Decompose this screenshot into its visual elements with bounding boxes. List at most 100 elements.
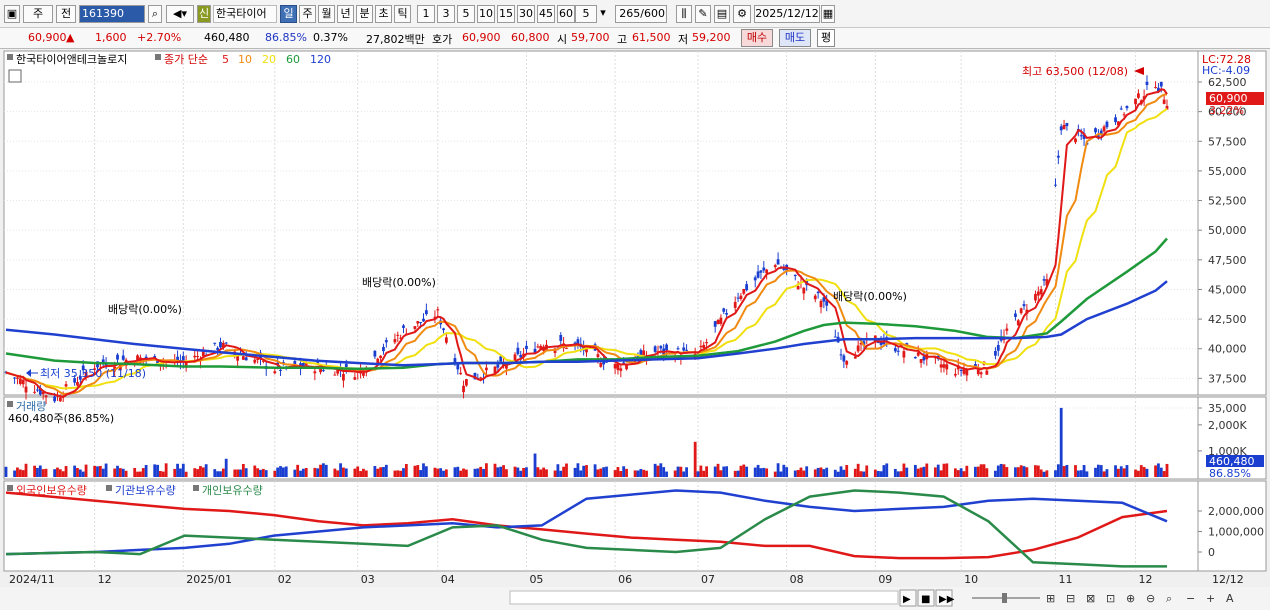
draw-tool-icon[interactable]: ✎ [695,5,711,23]
volume-bar [673,470,677,477]
volume-bar [545,469,548,477]
period-button[interactable]: 년 [337,5,354,23]
volume-bar [24,463,28,477]
period-button[interactable]: 틱 [394,5,411,23]
period-button[interactable]: 주 [299,5,316,23]
stock-code-input[interactable]: 161390 [79,5,145,23]
volume-bar [1154,465,1157,477]
candle [705,342,708,344]
candle [702,344,706,349]
candle [21,379,25,385]
volume-bar [876,470,880,477]
calendar-icon[interactable]: ▦ [821,5,835,23]
date-input[interactable]: 2025/12/12 [754,5,820,23]
low-note: 최저 35,350 (11/18) [40,367,146,380]
candle [759,270,763,273]
volume-bar [453,467,457,477]
tool-icon: ⊕ [1126,592,1135,605]
volume-bar [281,467,285,477]
volume-bar [299,470,302,477]
sell-button[interactable]: 매도 [779,29,811,47]
volume-bar [1165,463,1169,477]
candle [465,379,468,386]
sound-icon[interactable]: ◀▾ [166,5,194,23]
volume-bar [219,471,222,477]
volume-bar [73,465,77,477]
gear-icon[interactable]: ⚙ [733,5,751,23]
volume-bar [496,467,500,477]
volume-bar [922,466,926,477]
candle [1102,126,1106,132]
candle [293,361,297,365]
interval-button[interactable]: 30 [517,5,535,23]
x-tick-label: 06 [618,573,632,586]
volume-bar [493,463,497,477]
save-icon[interactable]: ▤ [714,5,730,23]
custom-interval[interactable]: 5 [575,5,597,23]
x-tick-label: 09 [878,573,892,586]
volume-bar [979,464,983,477]
buy-button[interactable]: 매수 [741,29,773,47]
count-input[interactable]: 265/600 [615,5,667,23]
interval-button[interactable]: 3 [437,5,455,23]
period-button[interactable]: 일 [280,5,297,23]
volume-bar [342,467,345,477]
volume-bar [1002,464,1006,477]
interval-button[interactable]: 1 [417,5,435,23]
ask-price: 60,900 [462,31,501,44]
candle [1074,138,1077,143]
candle [313,371,317,374]
volume-bar [339,463,342,477]
candle [422,318,425,322]
y-tick-label: 62,500 [1208,76,1247,89]
search-icon[interactable]: ⌕ [148,5,162,23]
candle [442,328,445,331]
interval-button[interactable]: 45 [537,5,555,23]
volume-bar [1076,470,1080,477]
volume-bar [762,467,766,477]
candle [733,301,737,308]
bid-label: 호가 [432,33,453,46]
candle [376,358,380,364]
volume-bar [364,470,368,477]
volume-bar [1079,470,1083,477]
volume-bar [4,466,8,477]
candle [845,361,849,365]
period-button[interactable]: 초 [375,5,392,23]
candle [1036,291,1040,296]
candle-icon[interactable]: ⫼ [676,5,692,23]
candle [1065,123,1069,127]
interval-button[interactable]: 5 [457,5,475,23]
volume-bar [999,463,1003,477]
candle [713,321,717,327]
volume-bar [573,467,577,477]
interval-dropdown-icon[interactable]: ▾ [598,5,608,23]
candle [196,356,199,358]
eval-button[interactable]: 평 [817,29,835,47]
interval-button[interactable]: 60 [557,5,575,23]
interval-button[interactable]: 10 [477,5,495,23]
interval-button[interactable]: 15 [497,5,515,23]
volume-bar [76,468,79,477]
tool-icon: A [1226,592,1234,605]
high-price: 61,500 [632,31,671,44]
chart-menu-icon[interactable]: ▣ [4,5,20,23]
volume-bar [121,468,125,477]
period-button[interactable]: 분 [356,5,373,23]
volume-bar [16,467,19,477]
candle [659,345,663,349]
volume-bar [513,466,517,477]
volume-bar [739,465,743,477]
volume-bar [879,471,883,477]
prev-button[interactable]: 전 [56,5,76,23]
x-tick-label: 04 [441,573,455,586]
period-button[interactable]: 월 [318,5,335,23]
candle [816,291,820,294]
candle [373,350,377,357]
y-tick-label: 37,500 [1208,372,1247,385]
volume-bar [193,468,197,477]
volume-bar [873,469,877,477]
volume-bar [562,466,566,477]
volume-bar [319,464,322,477]
period-select[interactable]: 주 [23,5,53,23]
